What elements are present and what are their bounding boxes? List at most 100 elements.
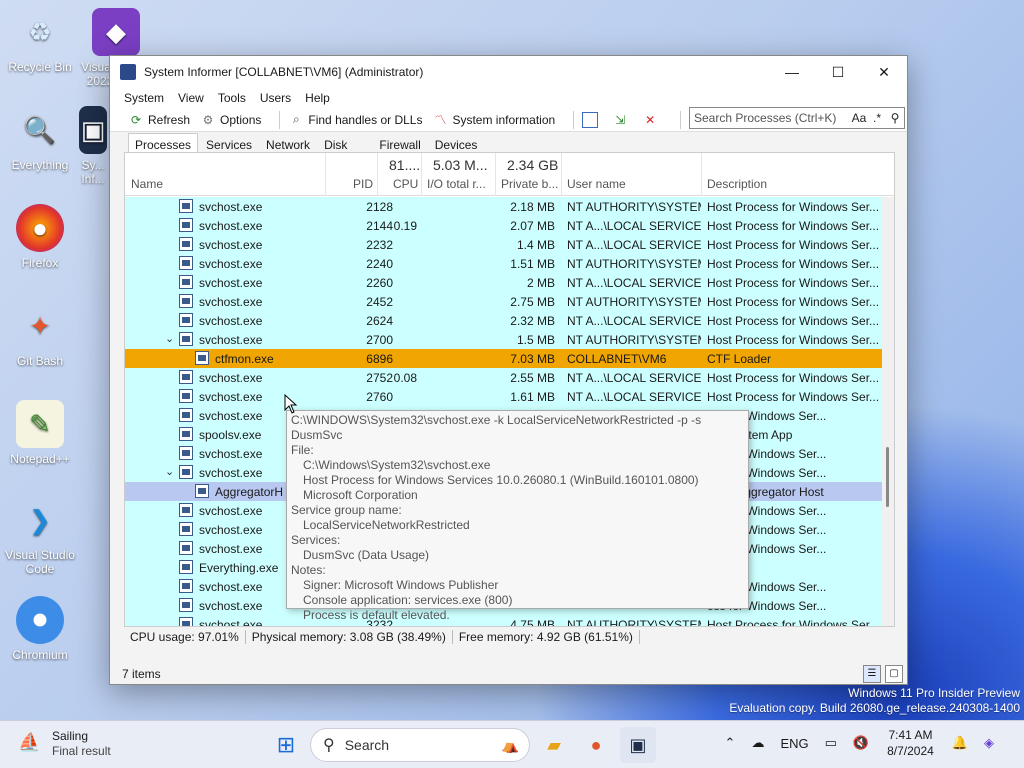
menu-tools[interactable]: Tools (218, 91, 246, 105)
notification-bell-icon[interactable]: 🔔 (952, 735, 968, 751)
process-name: AggregatorH (215, 485, 284, 499)
column-divider[interactable] (495, 153, 496, 196)
menu-view[interactable]: View (178, 91, 204, 105)
cell-cpu: 0.08 (393, 371, 417, 385)
toolbar-separator (279, 110, 281, 129)
desktop-icon-system-informer[interactable]: ▣ Sy... Inf... (78, 106, 108, 186)
terminate-button[interactable]: ✕ (642, 112, 662, 128)
table-row[interactable]: svchost.exe 2452 2.75 MB NT AUTHORITY\SYSTE… (125, 292, 882, 311)
table-row[interactable]: svchost.exe 2752 0.08 2.55 MB NT A...\LOCAL … (125, 368, 882, 387)
process-icon (179, 579, 193, 593)
taskbar-search[interactable]: ⚲ Search ⛺ (310, 728, 530, 762)
column-divider[interactable] (377, 153, 378, 196)
menu-users[interactable]: Users (260, 91, 291, 105)
process-icon (179, 294, 193, 308)
process-name: svchost.exe (199, 618, 263, 627)
process-name: svchost.exe (199, 466, 263, 480)
desktop-icon-git-bash[interactable]: ✦ Git Bash (2, 302, 78, 369)
firefox-taskbar-icon[interactable]: ● (578, 727, 614, 763)
desktop-icon-everything[interactable]: 🔍 Everything (2, 106, 78, 173)
refresh-icon: ⟳ (130, 112, 142, 127)
table-row[interactable]: svchost.exe 2760 1.61 MB NT A...\LOCAL SERV… (125, 387, 882, 406)
col-description[interactable]: Description (707, 177, 767, 191)
scrollbar-thumb[interactable] (886, 447, 889, 507)
column-divider[interactable] (701, 153, 702, 196)
tiles-view-icon[interactable]: ▢ (885, 664, 903, 683)
language-indicator[interactable]: ENG (780, 736, 808, 751)
col-cpu[interactable]: CPU (393, 177, 418, 191)
refresh-button[interactable]: ⟳ Refresh (128, 112, 190, 128)
system-information-button[interactable]: 〽 System information (432, 112, 555, 128)
search-icon[interactable]: ⚲ (886, 111, 904, 125)
table-row[interactable]: svchost.exe 2240 1.51 MB NT AUTHORITY\SYSTE… (125, 254, 882, 273)
system-informer-taskbar-icon[interactable]: ▣ (620, 727, 656, 763)
tooltip-services-value: DusmSvc (Data Usage) (303, 548, 430, 562)
options-button[interactable]: ⚙ Options (200, 112, 262, 128)
maximize-button[interactable]: ☐ (815, 56, 861, 88)
volume-muted-icon[interactable]: 🔇 (853, 735, 869, 751)
menu-system[interactable]: System (124, 91, 164, 105)
col-name[interactable]: Name (131, 177, 163, 191)
close-button[interactable]: ✕ (861, 56, 907, 88)
tooltip-file-company: Microsoft Corporation (303, 488, 418, 502)
desktop-icon-recycle-bin[interactable]: ♻ Recycle Bin (2, 8, 78, 75)
desktop-icon-chromium[interactable]: Chromium (2, 596, 78, 662)
process-name: svchost.exe (199, 371, 263, 385)
vertical-scrollbar[interactable] (882, 197, 894, 626)
col-pid[interactable]: PID (353, 177, 373, 191)
table-row[interactable]: ⌄ svchost.exe 2700 1.5 MB NT AUTHORITY\SYSTE… (125, 330, 882, 349)
network-icon[interactable]: ▭ (825, 735, 837, 751)
tooltip-note-console: Console application: services.exe (800) (303, 593, 513, 607)
col-private[interactable]: Private b... (501, 177, 558, 191)
cell-pid: 2232 (366, 238, 393, 252)
start-button[interactable]: ⊞ (268, 727, 304, 763)
cpu-summary: 81.... (389, 157, 421, 173)
copilot-icon[interactable]: ◈ (984, 735, 994, 751)
table-row[interactable]: svchost.exe 2232 1.4 MB NT A...\LOCAL SERVI… (125, 235, 882, 254)
expand-chevron-icon[interactable]: ⌄ (165, 465, 174, 478)
cell-private: 1.5 MB (516, 333, 555, 347)
private-summary: 2.34 GB (507, 157, 559, 173)
column-divider[interactable] (325, 153, 326, 196)
desktop-icon-firefox[interactable]: ● Firefox (2, 204, 78, 270)
process-icon (179, 598, 193, 612)
search-box[interactable]: Search Processes (Ctrl+K) Aa .* ⚲ (689, 107, 905, 129)
minimize-button[interactable]: — (769, 56, 815, 88)
system-tray: ⌃ ☁ ENG ▭ 🔇 7:41 AM 8/7/2024 🔔 ◈ (717, 727, 1002, 759)
process-icon (179, 256, 193, 270)
show-window-button[interactable] (582, 111, 602, 128)
weather-widget[interactable]: ⛵ Sailing Final result (18, 729, 111, 759)
table-row[interactable]: svchost.exe 2128 2.18 MB NT AUTHORITY\SYSTE… (125, 197, 882, 216)
menu-help[interactable]: Help (305, 91, 330, 105)
title-bar[interactable]: System Informer [COLLABNET\VM6] (Adminis… (110, 56, 907, 88)
gear-icon: ⚙ (202, 112, 214, 127)
regex-toggle[interactable]: .* (868, 111, 886, 125)
col-io[interactable]: I/O total r... (427, 177, 486, 191)
case-sensitive-toggle[interactable]: Aa (850, 111, 868, 125)
cell-desc: CTF Loader (707, 352, 772, 366)
go-to-process-button[interactable]: ⇲ (612, 112, 632, 128)
system-informer-app-icon (120, 64, 136, 80)
chromium-icon (16, 596, 64, 644)
clock[interactable]: 7:41 AM 8/7/2024 (887, 727, 934, 759)
process-icon (195, 351, 209, 365)
column-divider[interactable] (561, 153, 562, 196)
details-view-icon[interactable]: ☰ (863, 664, 881, 683)
weather-title: Sailing (52, 729, 89, 743)
table-row[interactable]: ctfmon.exe 6896 7.03 MB COLLABNET\VM6 CTF Lo… (125, 349, 882, 368)
find-handles-button[interactable]: ⌕ Find handles or DLLs (288, 112, 422, 128)
cell-desc: Host Process for Windows Ser... (707, 371, 880, 385)
cloud-off-icon[interactable]: ☁ (751, 735, 764, 751)
column-divider[interactable] (421, 153, 422, 196)
chevron-up-icon[interactable]: ⌃ (725, 735, 736, 751)
table-row[interactable]: svchost.exe 2144 0.19 2.07 MB NT A...\LOCAL … (125, 216, 882, 235)
desktop-icon-notepad-plus-plus[interactable]: ✎ Notepad++ (2, 400, 78, 466)
expand-chevron-icon[interactable]: ⌄ (165, 332, 174, 345)
file-explorer-icon[interactable]: ▰ (536, 727, 572, 763)
desktop-icon-vscode[interactable]: ❯ Visual Studio Code (2, 496, 78, 577)
col-user[interactable]: User name (567, 177, 626, 191)
table-row[interactable]: svchost.exe 2260 2 MB NT A...\LOCAL SERVICE… (125, 273, 882, 292)
table-row[interactable]: svchost.exe 2624 2.32 MB NT A...\LOCAL SERV… (125, 311, 882, 330)
tooltip-group-label: Service group name: (291, 503, 402, 517)
search-input[interactable]: Search Processes (Ctrl+K) (694, 111, 850, 125)
